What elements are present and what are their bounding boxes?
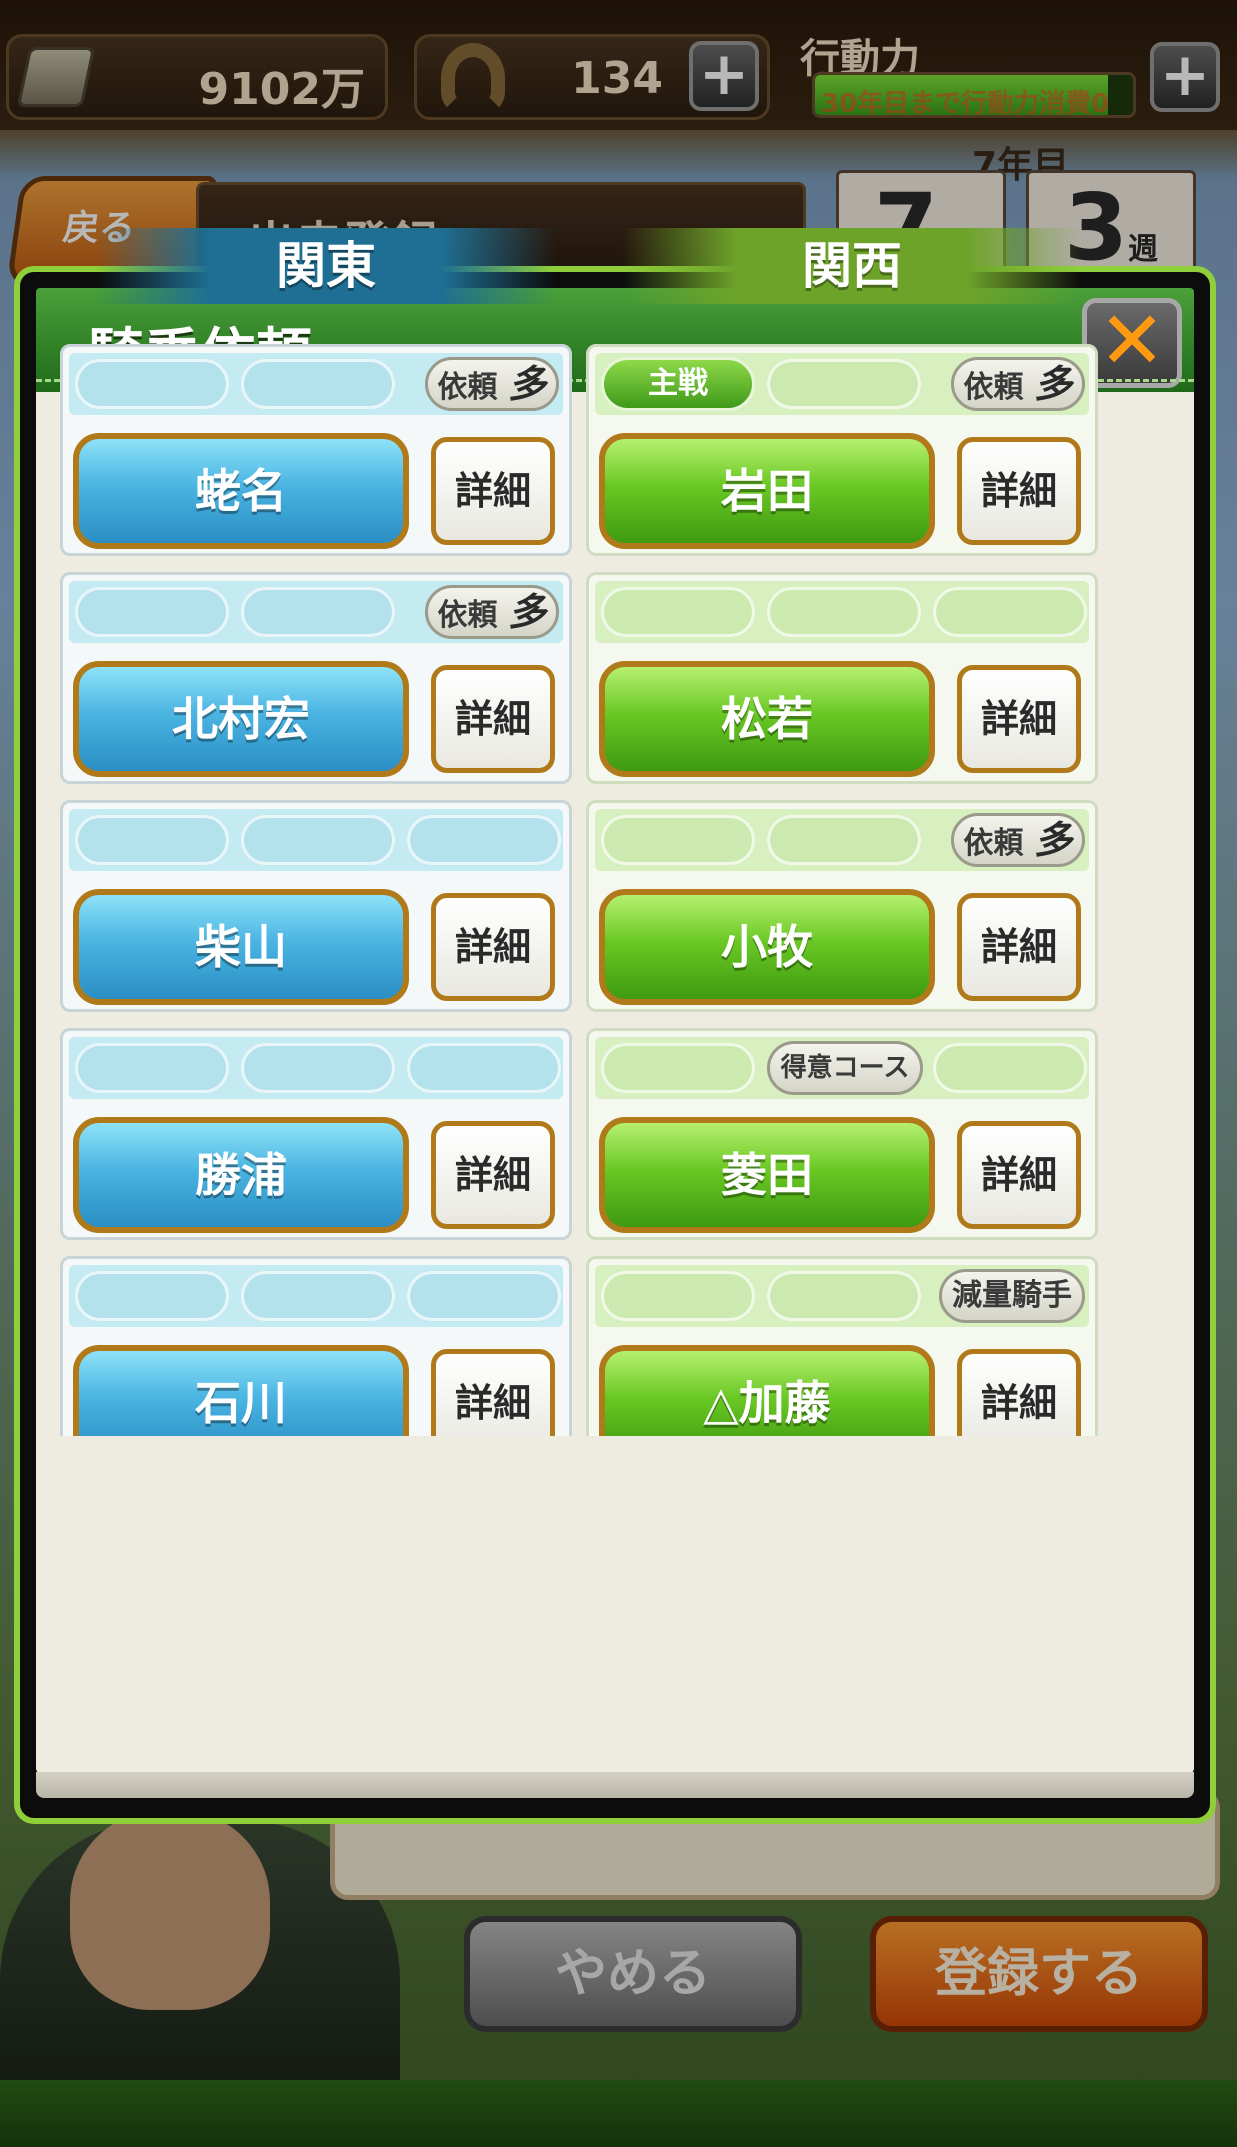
tag-slot	[75, 587, 229, 637]
jockey-name-button[interactable]: 柴山	[73, 889, 409, 1005]
request-many-badge: 依頼 多	[424, 585, 559, 639]
favorite-course-badge: 得意コース	[767, 1041, 923, 1095]
jockey-name-button[interactable]: 蛯名	[73, 433, 409, 549]
detail-button[interactable]: 詳細	[957, 1349, 1081, 1436]
jockey-card: 石川 詳細	[60, 1256, 572, 1436]
jockey-card: 得意コース 菱田 詳細	[586, 1028, 1098, 1240]
request-badge-label: 依頼	[963, 370, 1024, 405]
request-many-badge: 依頼 多	[950, 813, 1085, 867]
jockey-name-button[interactable]: 菱田	[599, 1117, 935, 1233]
jockey-card: 減量騎手 △加藤 詳細	[586, 1256, 1098, 1436]
jockey-name-button[interactable]: 北村宏	[73, 661, 409, 777]
tag-slot	[601, 587, 755, 637]
jockey-name-button[interactable]: 岩田	[599, 433, 935, 549]
tag-row: 依頼 多	[69, 353, 563, 415]
tag-row	[69, 1037, 563, 1099]
request-many-badge: 依頼 多	[424, 357, 559, 411]
jockey-name-button[interactable]: 松若	[599, 661, 935, 777]
tag-slot	[933, 587, 1087, 637]
tag-row	[69, 809, 563, 871]
detail-button[interactable]: 詳細	[431, 1349, 555, 1436]
tag-slot	[407, 815, 561, 865]
tag-slot	[241, 815, 395, 865]
tag-slot	[75, 815, 229, 865]
jockey-card: 主戦 依頼 多 岩田 詳細	[586, 344, 1098, 556]
request-badge-many: 多	[1033, 362, 1072, 406]
detail-button[interactable]: 詳細	[431, 893, 555, 1001]
tag-slot	[601, 815, 755, 865]
apprentice-jockey-badge: 減量騎手	[939, 1269, 1085, 1323]
jockey-card: 松若 詳細	[586, 572, 1098, 784]
request-badge-many: 多	[507, 590, 546, 634]
tag-slot	[407, 1043, 561, 1093]
tag-slot	[767, 815, 921, 865]
detail-button[interactable]: 詳細	[431, 437, 555, 545]
tag-row: 減量騎手	[595, 1265, 1089, 1327]
detail-button[interactable]: 詳細	[957, 437, 1081, 545]
tag-row	[595, 581, 1089, 643]
tag-slot	[933, 1043, 1087, 1093]
tag-row	[69, 1265, 563, 1327]
jockey-card: 依頼 多 小牧 詳細	[586, 800, 1098, 1012]
kansai-header: 関西	[622, 228, 1082, 304]
tag-slot	[767, 1271, 921, 1321]
detail-button[interactable]: 詳細	[957, 665, 1081, 773]
request-badge-many: 多	[1033, 818, 1072, 862]
request-badge-label: 依頼	[437, 370, 498, 405]
jockey-list[interactable]: 依頼 多 蛯名 詳細 依頼 多 北村宏 詳細 柴山 詳細 勝浦 詳細 石川 詳細…	[60, 344, 1140, 1436]
jockey-name-button[interactable]: △加藤	[599, 1345, 935, 1436]
tag-slot	[767, 359, 921, 409]
detail-button[interactable]: 詳細	[957, 893, 1081, 1001]
detail-button[interactable]: 詳細	[957, 1121, 1081, 1229]
tag-row: 得意コース	[595, 1037, 1089, 1099]
kanto-header: 関東	[96, 228, 556, 304]
main-jockey-badge: 主戦	[601, 357, 755, 411]
dialog-paper-edge	[36, 1772, 1194, 1798]
tag-slot	[601, 1271, 755, 1321]
tag-slot	[75, 1271, 229, 1321]
jockey-card: 依頼 多 蛯名 詳細	[60, 344, 572, 556]
tag-slot	[601, 1043, 755, 1093]
tag-slot	[407, 1271, 561, 1321]
tag-slot	[241, 1271, 395, 1321]
tag-row: 依頼 多	[595, 809, 1089, 871]
request-badge-label: 依頼	[963, 826, 1024, 861]
jockey-name-button[interactable]: 小牧	[599, 889, 935, 1005]
request-badge-many: 多	[507, 362, 546, 406]
tag-slot	[241, 587, 395, 637]
tag-slot	[767, 587, 921, 637]
detail-button[interactable]: 詳細	[431, 1121, 555, 1229]
jockey-name-button[interactable]: 勝浦	[73, 1117, 409, 1233]
jockey-card: 勝浦 詳細	[60, 1028, 572, 1240]
tag-slot	[75, 359, 229, 409]
tag-row: 主戦 依頼 多	[595, 353, 1089, 415]
tag-row: 依頼 多	[69, 581, 563, 643]
tag-slot	[241, 359, 395, 409]
tag-slot	[75, 1043, 229, 1093]
request-badge-label: 依頼	[437, 598, 498, 633]
jockey-card: 柴山 詳細	[60, 800, 572, 1012]
jockey-name-button[interactable]: 石川	[73, 1345, 409, 1436]
tag-slot	[241, 1043, 395, 1093]
detail-button[interactable]: 詳細	[431, 665, 555, 773]
request-many-badge: 依頼 多	[950, 357, 1085, 411]
jockey-card: 依頼 多 北村宏 詳細	[60, 572, 572, 784]
